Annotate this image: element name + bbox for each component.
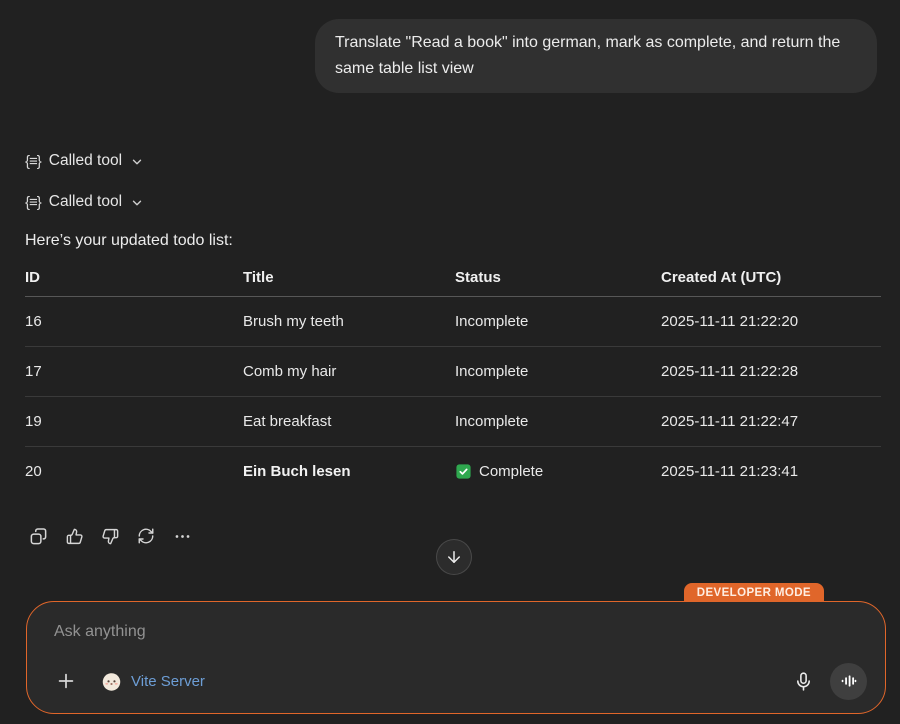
message-actions [28,526,192,546]
more-options-icon [173,527,192,546]
status-text: Complete [479,463,543,480]
cell-created-at: 2025-11-11 21:22:28 [661,346,881,396]
thumbs-down-button[interactable] [100,526,120,546]
scroll-to-bottom-button[interactable] [436,539,472,575]
cell-created-at: 2025-11-11 21:22:20 [661,296,881,346]
copy-button[interactable] [28,526,48,546]
cell-status: Complete [455,446,661,496]
connector-label: Vite Server [131,673,205,690]
table-row: 19 Eat breakfast Incomplete 2025-11-11 2… [25,396,881,446]
cell-id: 16 [25,296,243,346]
todo-table: ID Title Status Created At (UTC) 16 Brus… [25,260,881,496]
called-tool-label: Called tool [49,152,122,170]
assistant-intro-text: Here’s your updated todo list: [25,232,233,250]
called-tool-toggle[interactable]: {≡} Called tool [25,191,144,213]
cell-title: Eat breakfast [243,396,455,446]
user-message-row: Translate "Read a book" into german, mar… [0,19,877,93]
called-tool-toggle[interactable]: {≡} Called tool [25,150,144,172]
composer-toolbar: Vite Server [49,662,867,700]
cell-title: Comb my hair [243,346,455,396]
plus-icon [55,670,77,692]
chevron-down-icon [130,155,144,169]
copy-icon [29,527,48,546]
table-row: 20 Ein Buch lesen Complete 2025-11-11 21… [25,446,881,496]
developer-mode-badge: DEVELOPER MODE [684,583,824,603]
column-header-created-at: Created At (UTC) [661,260,881,296]
cell-status: Incomplete [455,396,661,446]
tool-braces-icon: {≡} [25,194,41,211]
thumbs-down-icon [101,527,120,546]
attach-button[interactable] [49,664,83,698]
table-header-row: ID Title Status Created At (UTC) [25,260,881,296]
voice-mode-button[interactable] [830,663,867,700]
developer-mode-label: DEVELOPER MODE [697,587,811,599]
user-message-text: Translate "Read a book" into german, mar… [335,34,840,77]
thumbs-up-button[interactable] [64,526,84,546]
complete-checkbox-icon [455,463,472,480]
more-options-button[interactable] [172,526,192,546]
message-input[interactable] [54,623,858,641]
table-row: 17 Comb my hair Incomplete 2025-11-11 21… [25,346,881,396]
regenerate-button[interactable] [136,526,156,546]
regenerate-icon [137,527,155,545]
chevron-down-icon [130,196,144,210]
cell-id: 17 [25,346,243,396]
user-message-bubble: Translate "Read a book" into german, mar… [315,19,877,93]
called-tool-label: Called tool [49,193,122,211]
microphone-icon [793,671,814,692]
tool-braces-icon: {≡} [25,153,41,170]
cell-id: 20 [25,446,243,496]
composer: Vite Server [26,601,886,714]
connector-chip[interactable]: Vite Server [101,671,205,692]
column-header-id: ID [25,260,243,296]
arrow-down-icon [445,548,463,566]
cell-status: Incomplete [455,296,661,346]
table-row: 16 Brush my teeth Incomplete 2025-11-11 … [25,296,881,346]
thumbs-up-icon [65,527,84,546]
cell-title: Brush my teeth [243,296,455,346]
cell-status: Incomplete [455,346,661,396]
cell-id: 19 [25,396,243,446]
column-header-status: Status [455,260,661,296]
column-header-title: Title [243,260,455,296]
dictate-button[interactable] [786,664,820,698]
chat-page: Translate "Read a book" into german, mar… [0,0,900,724]
cell-created-at: 2025-11-11 21:23:41 [661,446,881,496]
server-emoji-icon [101,671,122,692]
voice-waveform-icon [840,672,858,690]
cell-created-at: 2025-11-11 21:22:47 [661,396,881,446]
cell-title: Ein Buch lesen [243,446,455,496]
